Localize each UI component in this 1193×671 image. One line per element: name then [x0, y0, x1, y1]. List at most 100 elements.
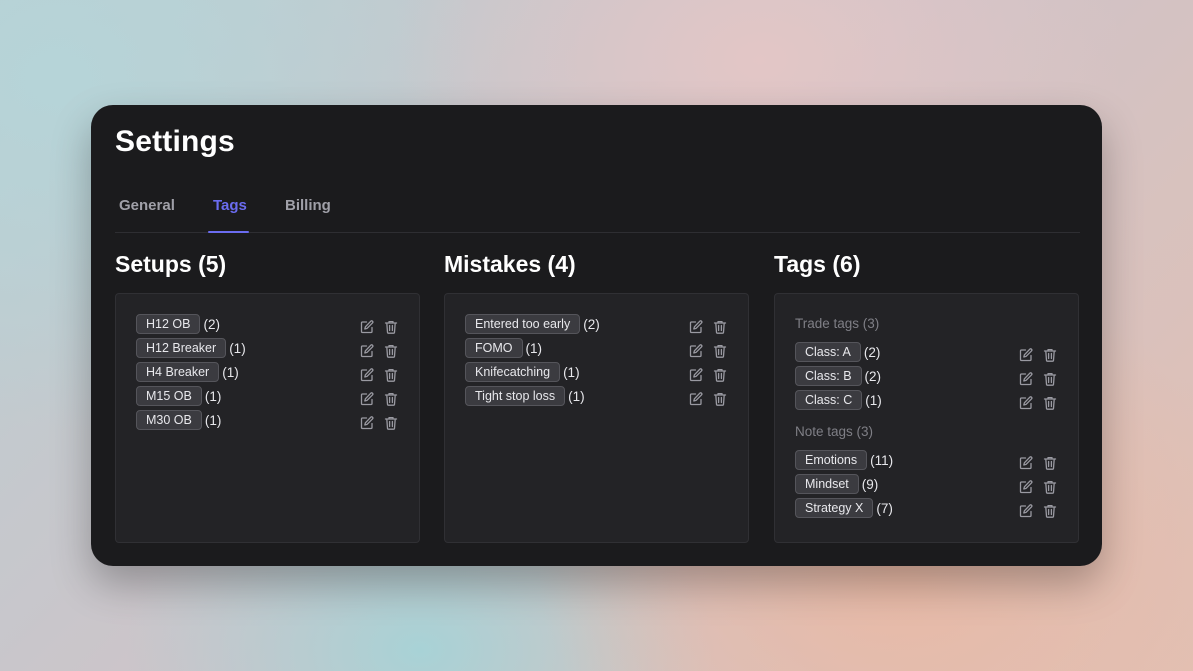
tag-chip[interactable]: Emotions [795, 450, 868, 470]
settings-window: Settings General Tags Billing Setups (5)… [91, 105, 1102, 566]
row-actions [1018, 371, 1058, 387]
list-item: Class: B (2) [795, 366, 1058, 386]
tag-count: (1) [865, 392, 882, 408]
tag-chip[interactable]: Class: A [795, 342, 861, 362]
edit-icon[interactable] [688, 343, 704, 359]
edit-icon[interactable] [688, 391, 704, 407]
tag-chip[interactable]: Tight stop loss [465, 386, 566, 406]
mistakes-heading: Mistakes (4) [444, 251, 576, 277]
tag-count: (2) [583, 316, 600, 332]
tag-chip[interactable]: H4 Breaker [136, 362, 220, 382]
tag-chip[interactable]: Knifecatching [465, 362, 561, 382]
tag-count: (7) [876, 500, 893, 516]
trash-icon[interactable] [383, 367, 399, 383]
tag-count: (2) [863, 344, 881, 360]
row-actions [359, 367, 399, 383]
list-item: Tight stop loss (1) [465, 386, 728, 406]
tag-count: (2) [864, 368, 882, 384]
trash-icon[interactable] [1042, 347, 1058, 363]
tag-chip[interactable]: Class: C [795, 390, 863, 410]
tag-count: (2) [203, 316, 220, 332]
edit-icon[interactable] [359, 415, 375, 431]
trash-icon[interactable] [1042, 455, 1058, 471]
edit-icon[interactable] [359, 319, 375, 335]
list-item: Class: A (2) [795, 342, 1058, 362]
trash-icon[interactable] [1042, 395, 1058, 411]
row-actions [688, 391, 728, 407]
trash-icon[interactable] [383, 391, 399, 407]
trash-icon[interactable] [383, 415, 399, 431]
edit-icon[interactable] [1018, 371, 1034, 387]
row-actions [688, 319, 728, 335]
trash-icon[interactable] [1042, 371, 1058, 387]
row-actions [1018, 347, 1058, 363]
tags-heading: Tags (6) [774, 251, 861, 277]
tag-chip[interactable]: Mindset [795, 474, 859, 494]
row-actions [359, 391, 399, 407]
page-title: Settings [115, 125, 235, 158]
tab-billing[interactable]: Billing [285, 197, 331, 233]
setups-section: Setups (5) H12 OB (2) H12 Breaker (1) H4 B… [115, 251, 420, 543]
tag-count: (1) [568, 388, 585, 404]
tag-chip[interactable]: Entered too early [465, 314, 581, 334]
note-tags-heading: Note tags (3) [795, 424, 874, 439]
trash-icon[interactable] [712, 319, 728, 335]
tags-section: Tags (6) Trade tags (3) Class: A (2) Clas… [774, 251, 1079, 543]
list-item: FOMO (1) [465, 338, 728, 358]
list-item: H12 Breaker (1) [136, 338, 399, 358]
edit-icon[interactable] [359, 391, 375, 407]
trash-icon[interactable] [712, 343, 728, 359]
list-item: Strategy X (7) [795, 498, 1058, 518]
tag-chip[interactable]: Class: B [795, 366, 862, 386]
edit-icon[interactable] [688, 319, 704, 335]
tag-count: (1) [222, 364, 239, 380]
tag-count: (1) [204, 388, 222, 404]
setups-panel: H12 OB (2) H12 Breaker (1) H4 Breaker (1) M… [115, 293, 420, 543]
tag-chip[interactable]: Strategy X [795, 498, 874, 518]
edit-icon[interactable] [359, 343, 375, 359]
tag-count: (1) [229, 340, 246, 356]
row-actions [359, 319, 399, 335]
trash-icon[interactable] [712, 391, 728, 407]
mistakes-section: Mistakes (4) Entered too early (2) FOMO (1… [444, 251, 749, 543]
edit-icon[interactable] [688, 367, 704, 383]
tag-count: (1) [525, 340, 543, 356]
tab-tags[interactable]: Tags [213, 197, 247, 233]
row-actions [688, 367, 728, 383]
row-actions [359, 415, 399, 431]
edit-icon[interactable] [1018, 503, 1034, 519]
row-actions [1018, 455, 1058, 471]
tags-panel: Trade tags (3) Class: A (2) Class: B (2) C… [774, 293, 1079, 543]
list-item: Knifecatching (1) [465, 362, 728, 382]
list-item: Entered too early (2) [465, 314, 728, 334]
row-actions [1018, 395, 1058, 411]
tag-count: (9) [861, 476, 879, 492]
trash-icon[interactable] [1042, 503, 1058, 519]
list-item: H4 Breaker (1) [136, 362, 399, 382]
tab-general[interactable]: General [119, 197, 175, 233]
tag-chip[interactable]: FOMO [465, 338, 523, 358]
edit-icon[interactable] [359, 367, 375, 383]
tag-chip[interactable]: M15 OB [136, 386, 202, 406]
edit-icon[interactable] [1018, 455, 1034, 471]
tag-count: (11) [870, 452, 894, 468]
edit-icon[interactable] [1018, 395, 1034, 411]
tag-chip[interactable]: M30 OB [136, 410, 202, 430]
trash-icon[interactable] [1042, 479, 1058, 495]
list-item: Class: C (1) [795, 390, 1058, 410]
trash-icon[interactable] [712, 367, 728, 383]
list-item: H12 OB (2) [136, 314, 399, 334]
tab-bar: General Tags Billing [115, 189, 1080, 233]
edit-icon[interactable] [1018, 347, 1034, 363]
tag-chip[interactable]: H12 Breaker [136, 338, 227, 358]
trade-tags-heading: Trade tags (3) [795, 316, 880, 331]
row-actions [1018, 503, 1058, 519]
list-item: Mindset (9) [795, 474, 1058, 494]
row-actions [359, 343, 399, 359]
tag-chip[interactable]: H12 OB [136, 314, 201, 334]
trash-icon[interactable] [383, 319, 399, 335]
edit-icon[interactable] [1018, 479, 1034, 495]
trash-icon[interactable] [383, 343, 399, 359]
mistakes-panel: Entered too early (2) FOMO (1) Knifecatchi… [444, 293, 749, 543]
tag-count: (1) [204, 412, 222, 428]
